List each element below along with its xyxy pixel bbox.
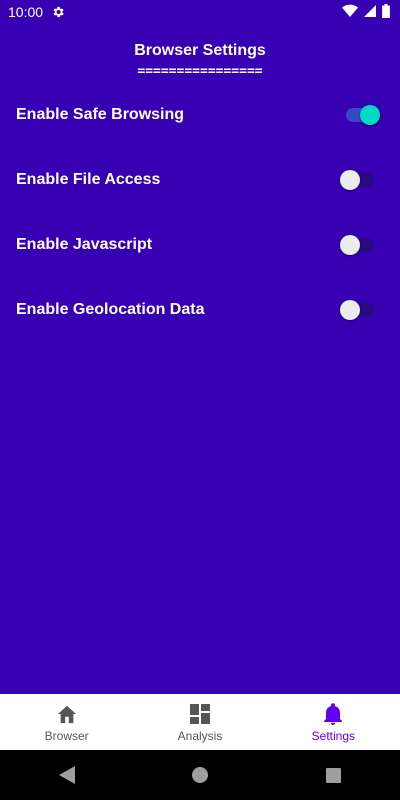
setting-row-safe-browsing: Enable Safe Browsing [0, 95, 400, 135]
switch-thumb [340, 235, 360, 255]
setting-label: Enable Geolocation Data [16, 301, 205, 318]
battery-icon [382, 4, 390, 21]
geolocation-switch[interactable] [340, 298, 380, 322]
title-underline: ================ [137, 64, 263, 79]
system-navigation-bar [0, 750, 400, 800]
home-button-icon[interactable] [180, 755, 220, 795]
bell-icon [324, 702, 343, 726]
nav-label: Browser [44, 728, 89, 743]
dashboard-icon [189, 702, 210, 726]
status-time: 10:00 [8, 4, 44, 20]
nav-label: Settings [311, 728, 355, 743]
gear-icon [51, 5, 65, 19]
setting-label: Enable Javascript [16, 236, 153, 253]
recents-icon[interactable] [313, 755, 353, 795]
cell-signal-icon [364, 4, 376, 21]
wifi-icon [342, 4, 358, 21]
setting-label: Enable Safe Browsing [16, 106, 185, 123]
javascript-switch[interactable] [340, 233, 380, 257]
switch-thumb [340, 300, 360, 320]
setting-row-geolocation: Enable Geolocation Data [0, 290, 400, 330]
page-title: Browser Settings [134, 42, 266, 59]
bottom-navigation: Browser Analysis Settings [0, 694, 400, 750]
nav-item-browser[interactable]: Browser [0, 694, 133, 750]
back-icon[interactable] [47, 755, 87, 795]
setting-row-javascript: Enable Javascript [0, 225, 400, 265]
file-access-switch[interactable] [340, 168, 380, 192]
switch-thumb [340, 170, 360, 190]
nav-item-settings[interactable]: Settings [267, 694, 400, 750]
home-icon [56, 702, 78, 726]
nav-item-analysis[interactable]: Analysis [133, 694, 266, 750]
setting-label: Enable File Access [16, 171, 161, 188]
status-bar: 10:00 [0, 0, 400, 24]
setting-row-file-access: Enable File Access [0, 160, 400, 200]
safe-browsing-switch[interactable] [340, 103, 380, 127]
nav-label: Analysis [177, 728, 223, 743]
switch-thumb [360, 105, 380, 125]
